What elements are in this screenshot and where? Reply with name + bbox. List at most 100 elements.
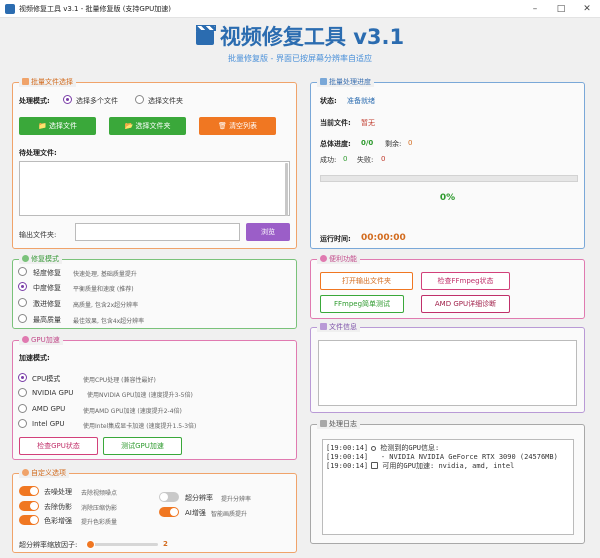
success-value: 0: [343, 155, 348, 163]
maximize-icon[interactable]: □: [548, 0, 574, 18]
radio-gpu-nvidia[interactable]: [18, 388, 27, 397]
gpu-intel-label[interactable]: Intel GPU: [32, 420, 65, 428]
remove-artifacts-toggle[interactable]: [19, 501, 39, 511]
minimize-icon[interactable]: –: [522, 0, 548, 18]
radio-repair-medium[interactable]: [18, 282, 27, 291]
open-output-folder-button[interactable]: 打开输出文件夹: [320, 272, 413, 290]
close-icon[interactable]: ✕: [574, 0, 600, 18]
radio-gpu-cpu[interactable]: [18, 373, 27, 382]
repair-max-desc: 最佳效果, 包含4x超分辨率: [73, 318, 145, 325]
scale-factor-value: 2: [163, 540, 168, 548]
color-enhance-desc: 提升色彩质量: [81, 519, 118, 526]
current-file-value: 暂无: [361, 119, 375, 127]
super-resolution-label: 超分辨率: [185, 494, 213, 502]
custom-options-panel: 自定义选项 去噪处理 去除视频噪点 去除伪影 消除压缩伪影 色彩增强 提升色彩质…: [12, 469, 297, 553]
ai-enhance-toggle[interactable]: [159, 507, 179, 517]
radio-multi-files-label[interactable]: 选择多个文件: [76, 96, 118, 106]
progress-panel: 批量处理进度 状态: 准备就绪 当前文件: 暂无 总体进度: 0/0 剩余: 0…: [310, 78, 585, 249]
gpu-nvidia-desc: 使用NVIDIA GPU加速 (速度提升3-5倍): [87, 392, 193, 399]
file-info-panel: 文件信息: [310, 323, 585, 413]
repair-light-label[interactable]: 轻度修复: [33, 268, 61, 278]
radio-multi-files[interactable]: [63, 95, 72, 104]
pending-files-scrollbar[interactable]: [285, 163, 288, 216]
log-line: [19:00:14] - NVIDIA NVIDIA GeForce RTX 3…: [326, 453, 558, 461]
window-title: 视频修复工具 v3.1 - 批量修复版 (支持GPU加速): [19, 5, 171, 13]
file-info-content[interactable]: [318, 340, 577, 406]
log-output[interactable]: [19:00:14] 检测到的GPU信息: [19:00:14] - NVIDI…: [322, 439, 574, 535]
select-files-button[interactable]: 📁 选择文件: [19, 117, 96, 135]
gpu-amd-label[interactable]: AMD GPU: [32, 405, 65, 413]
gpu-amd-desc: 使用AMD GPU加速 (速度提升2-4倍): [83, 408, 182, 415]
test-gpu-button[interactable]: 测试GPU加速: [103, 437, 182, 455]
rocket-icon: [22, 336, 29, 343]
color-enhance-label: 色彩增强: [44, 517, 72, 525]
browse-button[interactable]: 浏览: [246, 223, 290, 241]
ai-enhance-label: AI增强: [185, 509, 206, 517]
gpu-nvidia-label[interactable]: NVIDIA GPU: [32, 389, 73, 397]
sliders-icon: [22, 469, 29, 476]
document-icon: [320, 323, 327, 330]
color-enhance-toggle[interactable]: [19, 515, 39, 525]
log-line: [19:00:14] 可用的GPU加速: nvidia, amd, intel: [326, 462, 515, 470]
check-gpu-button[interactable]: 检查GPU状态: [19, 437, 98, 455]
fail-value: 0: [381, 155, 386, 163]
radio-repair-max[interactable]: [18, 314, 27, 323]
repair-mode-panel: 修复模式 轻度修复 快速处理, 基础质量提升 中度修复 平衡质量和速度 (推荐)…: [12, 255, 297, 329]
gpu-cpu-label[interactable]: CPU模式: [32, 374, 60, 384]
radio-gpu-intel[interactable]: [18, 419, 27, 428]
radio-folder[interactable]: [135, 95, 144, 104]
repair-medium-desc: 平衡质量和速度 (推荐): [73, 286, 134, 293]
denoise-toggle[interactable]: [19, 486, 39, 496]
super-resolution-toggle[interactable]: [159, 492, 179, 502]
amd-gpu-diagnose-button[interactable]: AMD GPU详细诊断: [421, 295, 510, 313]
wrench-icon: [320, 255, 327, 262]
clear-list-button[interactable]: 🗑 清空列表: [199, 117, 276, 135]
super-resolution-desc: 提升分辨率: [221, 496, 252, 503]
check-box-icon: [371, 462, 379, 469]
repair-light-desc: 快速处理, 基础质量提升: [73, 271, 137, 278]
output-folder-label: 输出文件夹:: [19, 231, 57, 239]
scale-factor-slider[interactable]: [86, 540, 158, 549]
select-folder-button[interactable]: 📂 选择文件夹: [109, 117, 186, 135]
gpu-title: GPU加速: [19, 336, 63, 345]
ffmpeg-test-button[interactable]: FFmpeg简单测试: [320, 295, 404, 313]
pending-files-list[interactable]: [19, 161, 290, 216]
clapperboard-icon: [195, 25, 216, 45]
total-progress-value: 0/0: [361, 139, 374, 147]
success-label: 成功:: [320, 156, 337, 164]
scale-factor-slider-thumb[interactable]: [86, 540, 95, 549]
repair-max-label[interactable]: 最高质量: [33, 315, 61, 325]
radio-gpu-amd[interactable]: [18, 404, 27, 413]
file-select-panel: 批量文件选择 处理模式: 选择多个文件 选择文件夹 📁 选择文件 📂 选择文件夹…: [12, 78, 297, 249]
radio-repair-aggressive[interactable]: [18, 298, 27, 307]
output-folder-input[interactable]: [75, 223, 240, 241]
remaining-label: 剩余:: [385, 140, 402, 148]
folder-icon: [22, 78, 29, 85]
repair-medium-label[interactable]: 中度修复: [33, 283, 61, 293]
log-line: [19:00:14] 检测到的GPU信息:: [326, 444, 440, 452]
status-value: 准备就绪: [347, 97, 375, 105]
progress-bar: [320, 175, 578, 182]
check-ffmpeg-button[interactable]: 检查FFmpeg状态: [421, 272, 510, 290]
radio-repair-light[interactable]: [18, 267, 27, 276]
utilities-title: 便利功能: [317, 255, 360, 264]
file-select-title: 批量文件选择: [19, 78, 76, 87]
run-time-label: 运行时间:: [320, 235, 351, 243]
ai-enhance-desc: 智能画质提升: [211, 511, 248, 518]
total-progress-label: 总体进度:: [320, 140, 351, 148]
app-subtitle: 批量修复版 - 界面已按屏幕分辨率自适应: [228, 54, 372, 63]
remove-artifacts-label: 去除伪影: [44, 503, 72, 511]
denoise-desc: 去除视频噪点: [81, 490, 118, 497]
chart-icon: [320, 78, 327, 85]
window-titlebar: 视频修复工具 v3.1 - 批量修复版 (支持GPU加速) – □ ✕: [0, 0, 600, 18]
app-icon: [5, 4, 15, 14]
gear-icon: [22, 255, 29, 262]
repair-aggressive-label[interactable]: 激进修复: [33, 299, 61, 309]
run-time-value: 00:00:00: [361, 233, 406, 243]
repair-mode-title: 修复模式: [19, 255, 62, 264]
app-title-text: 视频修复工具 v3.1: [219, 25, 405, 49]
utilities-panel: 便利功能 打开输出文件夹 检查FFmpeg状态 FFmpeg简单测试 AMD G…: [310, 255, 585, 319]
gpu-panel: GPU加速 加速模式: CPU模式 使用CPU处理 (兼容性最好) NVIDIA…: [12, 336, 297, 460]
radio-folder-label[interactable]: 选择文件夹: [148, 96, 183, 106]
current-file-label: 当前文件:: [320, 119, 351, 127]
